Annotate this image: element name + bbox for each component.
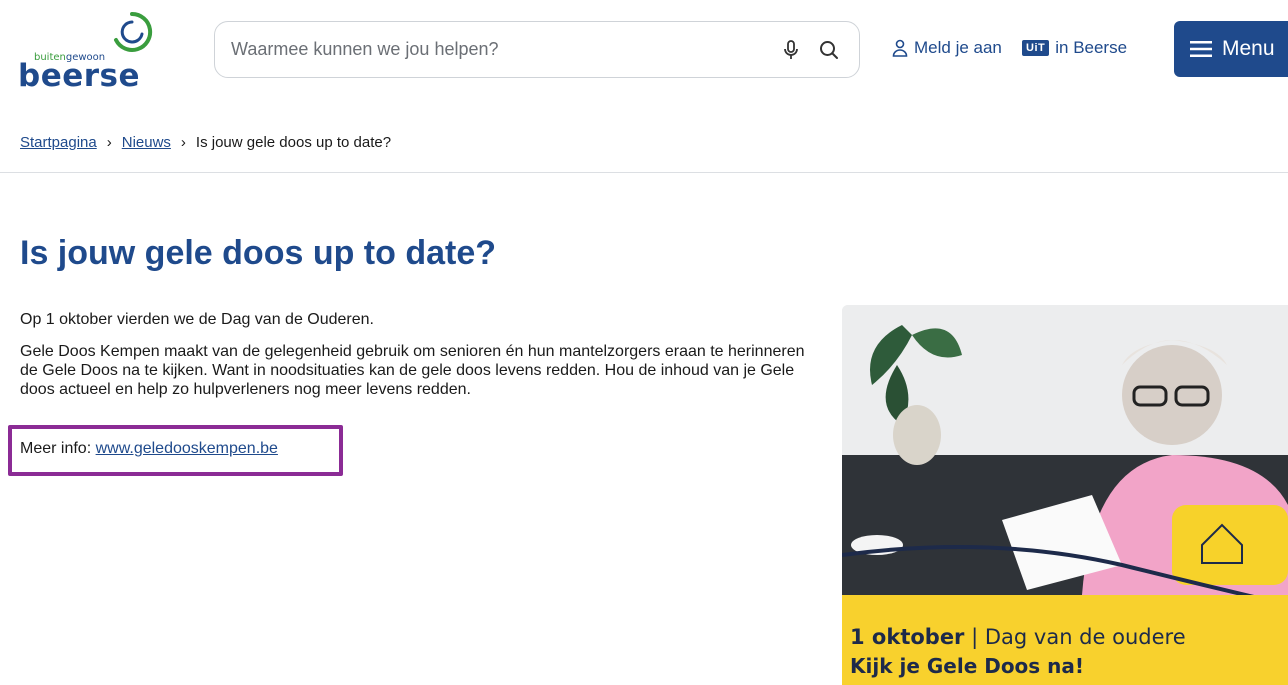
promo-line-1: 1 oktober | Dag van de oudere xyxy=(850,625,1186,649)
mic-icon[interactable] xyxy=(779,38,803,62)
divider xyxy=(0,172,1288,173)
breadcrumb-current: Is jouw gele doos up to date? xyxy=(195,134,392,151)
uit-badge: UiT xyxy=(1022,40,1050,56)
more-info: Meer info: www.geledooskempen.be xyxy=(20,440,278,458)
search-icon[interactable] xyxy=(817,38,841,62)
page-title: Is jouw gele doos up to date? xyxy=(20,234,497,272)
promo-image: 1 oktober | Dag van de oudere Kijk je Ge… xyxy=(842,305,1288,685)
breadcrumb: Startpagina › Nieuws › Is jouw gele doos… xyxy=(20,134,391,151)
more-info-label: Meer info: xyxy=(20,440,92,457)
menu-label: Menu xyxy=(1222,37,1275,60)
search-input[interactable] xyxy=(231,22,771,77)
breadcrumb-item-startpagina[interactable]: Startpagina xyxy=(20,134,97,151)
search-bar xyxy=(214,21,860,78)
more-info-link[interactable]: www.geledooskempen.be xyxy=(96,440,278,457)
article-paragraph-2: Gele Doos Kempen maakt van de gelegenhei… xyxy=(20,343,805,398)
breadcrumb-separator: › xyxy=(106,134,112,151)
breadcrumb-item-nieuws[interactable]: Nieuws xyxy=(122,134,171,151)
logo-ring-icon xyxy=(114,11,153,52)
breadcrumb-separator: › xyxy=(180,134,186,151)
promo-line-2: Kijk je Gele Doos na! xyxy=(850,654,1085,678)
login-link[interactable]: Meld je aan xyxy=(892,38,1002,58)
article-paragraph-1: Op 1 oktober vierden we de Dag van de Ou… xyxy=(20,311,374,328)
uit-link[interactable]: UiT in Beerse xyxy=(1022,38,1127,58)
login-label: Meld je aan xyxy=(914,38,1002,57)
site-logo[interactable]: buitengewoon beerse xyxy=(18,10,158,94)
menu-button[interactable]: Menu xyxy=(1174,21,1288,77)
user-icon xyxy=(892,39,908,57)
site-header: buitengewoon beerse Meld je aan UiT in B… xyxy=(0,0,1288,100)
hamburger-icon xyxy=(1190,41,1212,57)
uit-label: in Beerse xyxy=(1055,38,1128,57)
logo-wordmark: beerse xyxy=(18,58,141,94)
